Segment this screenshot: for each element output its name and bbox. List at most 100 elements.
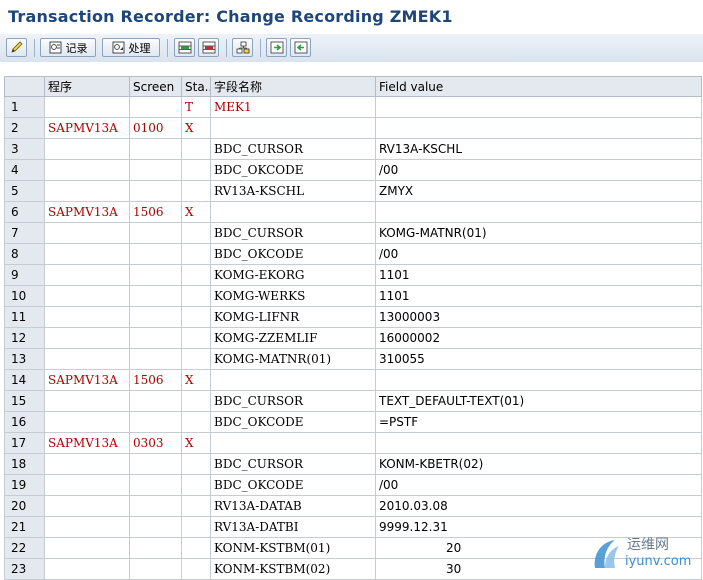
field-value-cell[interactable]: /00 xyxy=(375,159,702,181)
field-value-cell[interactable]: =PSTF xyxy=(375,411,702,433)
program-cell[interactable] xyxy=(44,180,130,202)
field-value-cell[interactable]: RV13A-KSCHL xyxy=(375,138,702,160)
program-cell[interactable] xyxy=(44,558,130,580)
field-name-cell[interactable]: MEK1 xyxy=(210,96,376,118)
table-row[interactable]: 16 BDC_OKCODE =PSTF xyxy=(4,411,702,433)
screen-cell[interactable] xyxy=(129,243,182,265)
column-header-screen[interactable]: Screen xyxy=(129,76,182,97)
field-name-cell[interactable]: RV13A-DATAB xyxy=(210,495,376,517)
field-name-cell[interactable] xyxy=(210,369,376,391)
column-header-program[interactable]: 程序 xyxy=(44,76,130,97)
start-cell[interactable]: X xyxy=(181,201,211,223)
field-name-cell[interactable] xyxy=(210,432,376,454)
start-cell[interactable] xyxy=(181,138,211,160)
field-name-cell[interactable]: BDC_CURSOR xyxy=(210,453,376,475)
screen-cell[interactable] xyxy=(129,180,182,202)
start-cell[interactable]: X xyxy=(181,117,211,139)
screen-cell[interactable] xyxy=(129,516,182,538)
column-header-field-value[interactable]: Field value xyxy=(375,76,702,97)
field-value-cell[interactable]: 1101 xyxy=(375,264,702,286)
program-cell[interactable] xyxy=(44,411,130,433)
start-cell[interactable] xyxy=(181,243,211,265)
program-cell[interactable] xyxy=(44,285,130,307)
field-name-cell[interactable]: BDC_OKCODE xyxy=(210,411,376,433)
program-cell[interactable] xyxy=(44,243,130,265)
field-value-cell[interactable]: KOMG-MATNR(01) xyxy=(375,222,702,244)
field-name-cell[interactable]: BDC_CURSOR xyxy=(210,222,376,244)
screen-cell[interactable] xyxy=(129,138,182,160)
field-value-cell[interactable]: /00 xyxy=(375,243,702,265)
program-cell[interactable]: SAPMV13A xyxy=(44,369,130,391)
program-cell[interactable] xyxy=(44,516,130,538)
field-name-cell[interactable] xyxy=(210,117,376,139)
table-row[interactable]: 8 BDC_OKCODE/00 xyxy=(4,243,702,265)
program-cell[interactable] xyxy=(44,222,130,244)
program-cell[interactable]: SAPMV13A xyxy=(44,201,130,223)
screen-cell[interactable] xyxy=(129,96,182,118)
table-row[interactable]: 14 SAPMV13A 1506 X xyxy=(4,369,702,391)
field-name-cell[interactable]: RV13A-DATBI xyxy=(210,516,376,538)
screen-cell[interactable] xyxy=(129,474,182,496)
field-value-cell[interactable]: TEXT_DEFAULT-TEXT(01) xyxy=(375,390,702,412)
field-value-cell[interactable]: ZMYX xyxy=(375,180,702,202)
field-value-cell[interactable]: 2010.03.08 xyxy=(375,495,702,517)
record-button[interactable]: 记录 xyxy=(40,38,96,57)
edit-button[interactable] xyxy=(6,38,27,57)
table-row[interactable]: 12 KOMG-ZZEMLIF 16000002 xyxy=(4,327,702,349)
field-value-cell[interactable]: 16000002 xyxy=(375,327,702,349)
screen-cell[interactable] xyxy=(129,453,182,475)
field-name-cell[interactable]: KOMG-EKORG xyxy=(210,264,376,286)
start-cell[interactable] xyxy=(181,495,211,517)
field-value-cell[interactable]: 310055 xyxy=(375,348,702,370)
table-row[interactable]: 15 BDC_CURSOR TEXT_DEFAULT-TEXT(01) xyxy=(4,390,702,412)
program-cell[interactable] xyxy=(44,495,130,517)
start-cell[interactable] xyxy=(181,558,211,580)
table-row[interactable]: 19 BDC_OKCODE/00 xyxy=(4,474,702,496)
start-cell[interactable] xyxy=(181,327,211,349)
table-row[interactable]: 10 KOMG-WERKS 1101 xyxy=(4,285,702,307)
process-button[interactable]: 处理 xyxy=(102,38,160,57)
field-name-cell[interactable]: BDC_OKCODE xyxy=(210,474,376,496)
screen-cell[interactable] xyxy=(129,159,182,181)
start-cell[interactable] xyxy=(181,537,211,559)
field-name-cell[interactable]: KOMG-MATNR(01) xyxy=(210,348,376,370)
screen-cell[interactable] xyxy=(129,264,182,286)
table-row[interactable]: 4 BDC_OKCODE/00 xyxy=(4,159,702,181)
start-cell[interactable] xyxy=(181,474,211,496)
start-cell[interactable] xyxy=(181,264,211,286)
table-row[interactable]: 2 SAPMV13A 0100 X xyxy=(4,117,702,139)
table-row[interactable]: 3 BDC_CURSOR RV13A-KSCHL xyxy=(4,138,702,160)
table-row[interactable]: 13 KOMG-MATNR(01) 310055 xyxy=(4,348,702,370)
screen-cell[interactable] xyxy=(129,327,182,349)
screen-cell[interactable] xyxy=(129,306,182,328)
screen-cell[interactable]: 0303 xyxy=(129,432,182,454)
field-name-cell[interactable]: KONM-KSTBM(01) xyxy=(210,537,376,559)
start-cell[interactable] xyxy=(181,180,211,202)
program-cell[interactable] xyxy=(44,264,130,286)
field-value-cell[interactable]: /00 xyxy=(375,474,702,496)
program-cell[interactable] xyxy=(44,453,130,475)
program-cell[interactable]: SAPMV13A xyxy=(44,117,130,139)
field-value-cell[interactable] xyxy=(375,96,702,118)
field-name-cell[interactable]: BDC_CURSOR xyxy=(210,138,376,160)
program-cell[interactable] xyxy=(44,306,130,328)
table-row[interactable]: 9 KOMG-EKORG 1101 xyxy=(4,264,702,286)
screen-cell[interactable] xyxy=(129,558,182,580)
screen-cell[interactable]: 1506 xyxy=(129,201,182,223)
table-row[interactable]: 20 RV13A-DATAB 2010.03.08 xyxy=(4,495,702,517)
screen-cell[interactable] xyxy=(129,495,182,517)
screen-cell[interactable] xyxy=(129,411,182,433)
screen-cell[interactable] xyxy=(129,285,182,307)
table-row[interactable]: 7 BDC_CURSOR KOMG-MATNR(01) xyxy=(4,222,702,244)
field-name-cell[interactable]: KOMG-ZZEMLIF xyxy=(210,327,376,349)
screen-cell[interactable]: 1506 xyxy=(129,369,182,391)
program-cell[interactable] xyxy=(44,159,130,181)
start-cell[interactable] xyxy=(181,516,211,538)
field-value-cell[interactable] xyxy=(375,432,702,454)
program-cell[interactable] xyxy=(44,390,130,412)
previous-screen-button[interactable] xyxy=(290,38,311,57)
screen-cell[interactable] xyxy=(129,348,182,370)
field-value-cell[interactable]: 13000003 xyxy=(375,306,702,328)
table-row[interactable]: 1 T MEK1 xyxy=(4,96,702,118)
table-row[interactable]: 6 SAPMV13A 1506 X xyxy=(4,201,702,223)
